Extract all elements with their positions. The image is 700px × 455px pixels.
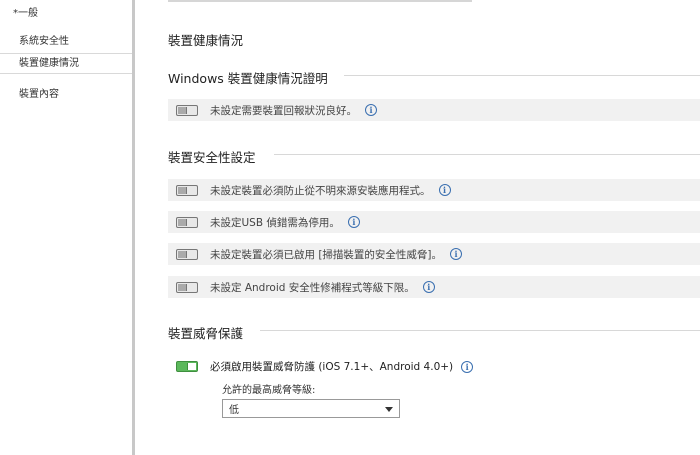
section-divider <box>344 75 700 76</box>
toggle-switch[interactable] <box>176 361 198 372</box>
section-heading-threat-protection: 裝置威脅保護 <box>168 326 244 341</box>
info-icon[interactable]: i <box>461 360 474 373</box>
page-title: 裝置健康情況 <box>168 33 244 48</box>
section-heading-windows-health: Windows 裝置健康情況證明 <box>168 71 328 86</box>
toggle-switch[interactable] <box>176 281 198 293</box>
sidebar-item-general[interactable]: *一般 <box>13 4 38 19</box>
section-heading-device-security: 裝置安全性設定 <box>168 150 256 165</box>
setting-row-threat-protection: 必須啟用裝置威脅防護 (iOS 7.1+、Android 4.0+) i <box>168 359 474 374</box>
sidebar-item-system-security[interactable]: 系統安全性 <box>19 32 69 47</box>
sidebar-item-device-properties[interactable]: 裝置內容 <box>19 85 59 100</box>
setting-row-unknown-sources: 未設定裝置必須防止從不明來源安裝應用程式。 i <box>168 179 700 201</box>
toggle-switch[interactable] <box>176 184 198 196</box>
setting-label: 必須啟用裝置威脅防護 (iOS 7.1+、Android 4.0+) <box>210 361 454 373</box>
threat-level-label: 允許的最高威脅等級: <box>222 385 316 396</box>
setting-label: 未設定需要裝置回報狀況良好。 <box>210 104 357 117</box>
section-divider <box>260 330 700 331</box>
setting-label: 未設定裝置必須已啟用 [掃描裝置的安全性威脅]。 <box>210 248 443 261</box>
sidebar-item-device-health[interactable]: 裝置健康情況 <box>0 53 132 74</box>
toggle-switch[interactable] <box>176 248 198 260</box>
threat-level-value: 低 <box>229 405 239 416</box>
setting-label: 未設定USB 偵錯需為停用。 <box>210 216 340 229</box>
sidebar: *一般 系統安全性 裝置健康情況 裝置內容 <box>0 0 132 455</box>
toggle-switch[interactable] <box>176 216 198 228</box>
setting-row-threat-scan: 未設定裝置必須已啟用 [掃描裝置的安全性威脅]。 i <box>168 243 700 265</box>
info-icon[interactable]: i <box>347 216 360 228</box>
top-divider <box>168 0 472 2</box>
info-icon[interactable]: i <box>422 281 435 293</box>
section-divider <box>274 154 700 155</box>
setting-row-patch-level: 未設定 Android 安全性修補程式等級下限。 i <box>168 276 700 298</box>
threat-level-select[interactable]: 低 <box>222 399 400 418</box>
setting-row-require-healthy: 未設定需要裝置回報狀況良好。 i <box>168 99 700 121</box>
info-icon[interactable]: i <box>450 248 463 260</box>
info-icon[interactable]: i <box>438 184 451 196</box>
sidebar-divider <box>132 0 135 455</box>
chevron-down-icon <box>385 407 393 412</box>
setting-label: 未設定裝置必須防止從不明來源安裝應用程式。 <box>210 184 431 197</box>
info-icon[interactable]: i <box>365 104 377 116</box>
setting-row-usb-debugging: 未設定USB 偵錯需為停用。 i <box>168 211 700 233</box>
setting-label: 未設定 Android 安全性修補程式等級下限。 <box>210 281 415 294</box>
toggle-switch[interactable] <box>176 104 198 116</box>
